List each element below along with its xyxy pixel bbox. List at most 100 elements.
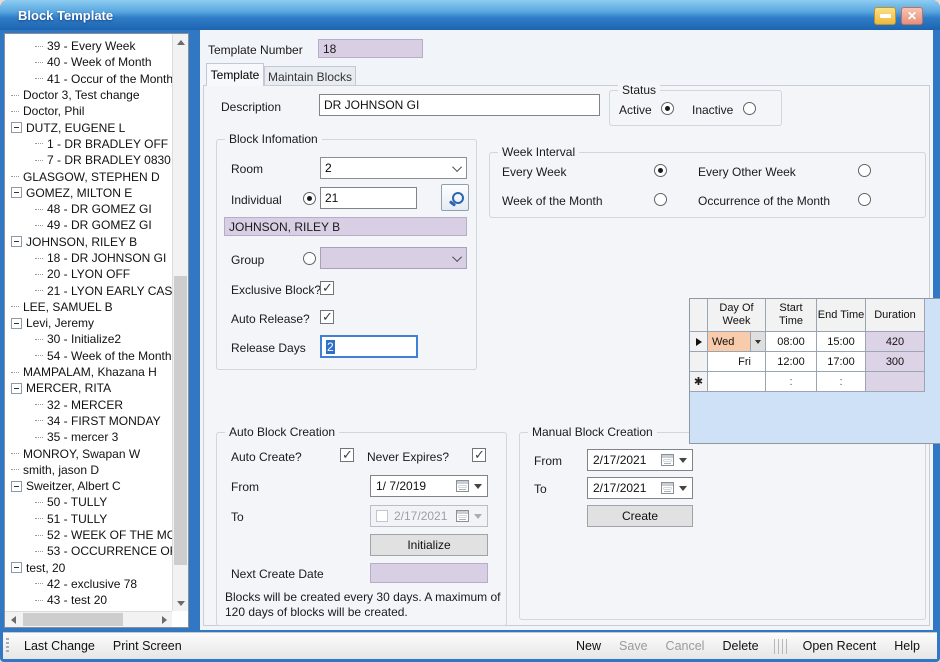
room-combobox[interactable]: 2 [320, 157, 467, 179]
tree-item[interactable]: 32 - MERCER [5, 397, 172, 413]
tree-item[interactable]: MAMPALAM, Khazana H [5, 364, 172, 380]
collapse-icon[interactable] [11, 187, 22, 198]
occurrence-of-month-radio[interactable] [858, 193, 871, 206]
grid-row-selector[interactable]: ✱ [690, 372, 707, 391]
tab-template[interactable]: Template [206, 63, 264, 86]
vertical-scroll-thumb[interactable] [174, 276, 187, 565]
tree-item[interactable]: test, 20 [5, 560, 172, 576]
tree-item[interactable]: MERCER, RITA [5, 380, 172, 396]
grid-start-time-cell[interactable]: 08:00 [766, 332, 816, 351]
auto-create-checkbox[interactable] [340, 448, 354, 462]
tree-item[interactable]: Doctor 3, Test change [5, 87, 172, 103]
active-radio[interactable] [661, 102, 674, 115]
grid-day-cell[interactable] [708, 372, 765, 391]
tree-item[interactable]: 18 - DR JOHNSON GI [5, 250, 172, 266]
group-radio[interactable] [303, 252, 316, 265]
manual-from-datepicker[interactable]: 2/17/2021 [587, 449, 693, 471]
tree-item[interactable]: 52 - WEEK OF THE MON [5, 527, 172, 543]
scroll-left-icon[interactable] [5, 612, 21, 628]
scroll-right-icon[interactable] [156, 612, 172, 628]
individual-search-button[interactable] [441, 184, 469, 211]
tree-item[interactable]: 43 - test 20 [5, 592, 172, 608]
create-button[interactable]: Create [587, 505, 693, 527]
tree-item[interactable]: 51 - TULLY [5, 511, 172, 527]
grid-column-header[interactable]: End Time [817, 299, 865, 331]
titlebar[interactable]: Block Template ✕ [0, 0, 940, 30]
tree-item[interactable]: 1 - DR BRADLEY OFF [5, 136, 172, 152]
individual-input[interactable]: 21 [320, 187, 417, 209]
tree-item[interactable]: Levi, Jeremy [5, 315, 172, 331]
every-other-week-radio[interactable] [858, 164, 871, 177]
tree-item[interactable]: 35 - mercer 3 [5, 429, 172, 445]
never-expires-checkbox[interactable] [472, 448, 486, 462]
tree-item[interactable]: 42 - exclusive 78 [5, 576, 172, 592]
scroll-down-icon[interactable] [173, 595, 189, 611]
grid-end-time-cell[interactable]: 15:00 [817, 332, 865, 351]
tree-item[interactable]: 34 - FIRST MONDAY [5, 413, 172, 429]
tree-vertical-scrollbar[interactable] [172, 34, 188, 611]
tree-item[interactable]: GLASGOW, STEPHEN D [5, 168, 172, 184]
collapse-icon[interactable] [11, 122, 22, 133]
grid-column-header[interactable]: Day Of Week [708, 299, 765, 331]
tree-item[interactable]: smith, jason D [5, 462, 172, 478]
grid-day-cell[interactable]: Wed [708, 332, 765, 351]
manual-to-datepicker[interactable]: 2/17/2021 [587, 477, 693, 499]
minimize-button[interactable] [874, 7, 896, 25]
tree-item[interactable]: GOMEZ, MILTON E [5, 185, 172, 201]
grid-end-time-cell[interactable]: 17:00 [817, 352, 865, 371]
description-input[interactable]: DR JOHNSON GI [319, 94, 600, 116]
tree-item[interactable]: 40 - Week of Month [5, 54, 172, 70]
tree-item[interactable]: 20 - LYON OFF [5, 266, 172, 282]
tree-item[interactable]: 50 - TULLY [5, 494, 172, 510]
tree-item[interactable]: 41 - Occur of the Month [5, 71, 172, 87]
tree-item[interactable]: 54 - Week of the Month [5, 348, 172, 364]
statusbar-button-help[interactable]: Help [885, 639, 929, 653]
tree-item[interactable]: 53 - OCCURRENCE OF T [5, 543, 172, 559]
grid-start-time-cell[interactable]: : [766, 372, 816, 391]
every-week-radio[interactable] [654, 164, 667, 177]
scroll-up-icon[interactable] [173, 34, 189, 50]
tree-item[interactable]: 7 - DR BRADLEY 0830 S [5, 152, 172, 168]
collapse-icon[interactable] [11, 562, 22, 573]
cell-dropdown-button[interactable] [750, 332, 765, 351]
statusbar-button-last-change[interactable]: Last Change [15, 639, 104, 653]
tree-item[interactable]: MONROY, Swapan W [5, 445, 172, 461]
tree-item[interactable]: Doctor, Phil [5, 103, 172, 119]
tree-item[interactable]: 39 - Every Week [5, 38, 172, 54]
auto-release-checkbox[interactable] [320, 310, 334, 324]
statusbar-button-delete[interactable]: Delete [713, 639, 767, 653]
grid-row-selector[interactable] [690, 332, 707, 351]
tree-item[interactable]: 30 - Initialize2 [5, 331, 172, 347]
week-of-month-radio[interactable] [654, 193, 667, 206]
tree-item[interactable]: Sweitzer, Albert C [5, 478, 172, 494]
tree-item[interactable]: JOHNSON, RILEY B [5, 234, 172, 250]
initialize-button[interactable]: Initialize [370, 534, 488, 556]
tree-item[interactable]: DUTZ, EUGENE L [5, 119, 172, 135]
exclusive-block-checkbox[interactable] [320, 281, 334, 295]
grid-column-header[interactable]: Start Time [766, 299, 816, 331]
tree-item[interactable]: LEE, SAMUEL B [5, 299, 172, 315]
horizontal-scroll-thumb[interactable] [23, 613, 123, 626]
grid-end-time-cell[interactable]: : [817, 372, 865, 391]
tree-item[interactable]: 21 - LYON EARLY CASE [5, 282, 172, 298]
tree-item[interactable]: 49 - DR GOMEZ GI [5, 217, 172, 233]
release-days-input[interactable]: 2 [320, 335, 418, 358]
statusbar-button-print-screen[interactable]: Print Screen [104, 639, 191, 653]
group-combobox[interactable] [320, 247, 467, 269]
collapse-icon[interactable] [11, 481, 22, 492]
auto-from-datepicker[interactable]: 1/ 7/2019 [370, 475, 488, 497]
individual-radio[interactable] [303, 192, 316, 205]
statusbar-button-open-recent[interactable]: Open Recent [794, 639, 886, 653]
tree-horizontal-scrollbar[interactable] [5, 611, 172, 627]
tab-maintain-blocks[interactable]: Maintain Blocks [264, 66, 356, 86]
grid-start-time-cell[interactable]: 12:00 [766, 352, 816, 371]
inactive-radio[interactable] [743, 102, 756, 115]
collapse-icon[interactable] [11, 318, 22, 329]
collapse-icon[interactable] [11, 236, 22, 247]
grid-row-selector[interactable] [690, 352, 707, 371]
close-button[interactable]: ✕ [901, 7, 923, 25]
statusbar-button-new[interactable]: New [567, 639, 610, 653]
grid-day-cell[interactable]: Fri [708, 352, 765, 371]
tree-item[interactable]: 48 - DR GOMEZ GI [5, 201, 172, 217]
grid-column-header[interactable]: Duration [866, 299, 924, 331]
